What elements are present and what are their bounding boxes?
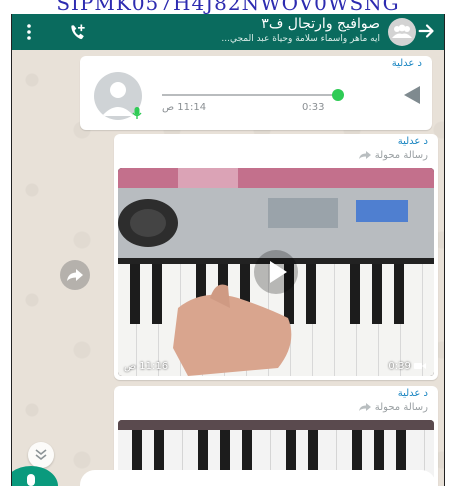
play-icon[interactable]	[404, 86, 420, 104]
top-overlay-text: SIPMK057H4J82NWOV0WSNG	[56, 0, 400, 14]
video-thumbnail[interactable]: 11:16 ص 0:39	[118, 168, 434, 376]
forward-icon	[358, 151, 371, 159]
chat-header: صوافيج وارتجال ف٣ ايه ماهر واسماء سلامة …	[12, 14, 444, 50]
chat-title[interactable]: صوافيج وارتجال ف٣	[130, 15, 380, 33]
forward-icon	[358, 403, 371, 411]
message-time: 11:16 ص	[124, 361, 169, 372]
sender-name: د عدلية	[397, 136, 428, 147]
group-avatar-icon	[392, 24, 412, 38]
add-call-icon[interactable]	[68, 22, 88, 42]
message-input[interactable]	[80, 470, 436, 486]
forwarded-label: رسالة محولة	[358, 402, 428, 413]
voice-duration: 0:33	[302, 102, 325, 113]
top-overlay-strip: SIPMK057H4J82NWOV0WSNG	[0, 0, 456, 14]
screenshot-page: SIPMK057H4J82NWOV0WSNG صوافيج وارتجال ف٣…	[0, 0, 456, 486]
phone-screen: صوافيج وارتجال ف٣ ايه ماهر واسماء سلامة …	[11, 14, 445, 486]
chat-participants[interactable]: ايه ماهر واسماء سلامة وحياة عبد المجي...	[130, 33, 380, 45]
group-avatar[interactable]	[388, 18, 416, 46]
message-time: 11:14 ص	[162, 102, 207, 113]
voice-progress-track[interactable]	[162, 94, 334, 96]
more-vert-icon[interactable]	[26, 23, 32, 41]
sender-name: د عدلية	[391, 58, 422, 69]
video-duration-text: 0:39	[388, 361, 411, 372]
arrow-left-icon[interactable]	[416, 20, 438, 42]
chat-area[interactable]: د عدلية 11:14 ص 0:33 د عدلية رسالة محولة…	[12, 50, 444, 486]
message-input-bar	[12, 466, 444, 486]
sender-name: د عدلية	[397, 388, 428, 399]
mic-icon	[132, 107, 142, 119]
scroll-down-button[interactable]	[28, 442, 54, 468]
mic-icon	[27, 474, 35, 486]
voice-message-bubble[interactable]: د عدلية 11:14 ص 0:33	[80, 56, 432, 130]
forwarded-label-text: رسالة محولة	[374, 402, 428, 413]
double-chevron-down-icon	[35, 449, 47, 461]
voice-record-button[interactable]	[12, 466, 58, 486]
play-icon[interactable]	[253, 249, 299, 295]
videocam-icon	[414, 363, 426, 369]
forwarded-label-text: رسالة محولة	[374, 150, 428, 161]
video-duration: 0:39	[388, 361, 426, 372]
voice-progress-handle[interactable]	[332, 89, 344, 101]
forward-icon	[67, 269, 83, 281]
forward-button[interactable]	[60, 260, 90, 290]
forwarded-label: رسالة محولة	[358, 150, 428, 161]
video-message-bubble[interactable]: د عدلية رسالة محولة	[114, 134, 438, 380]
